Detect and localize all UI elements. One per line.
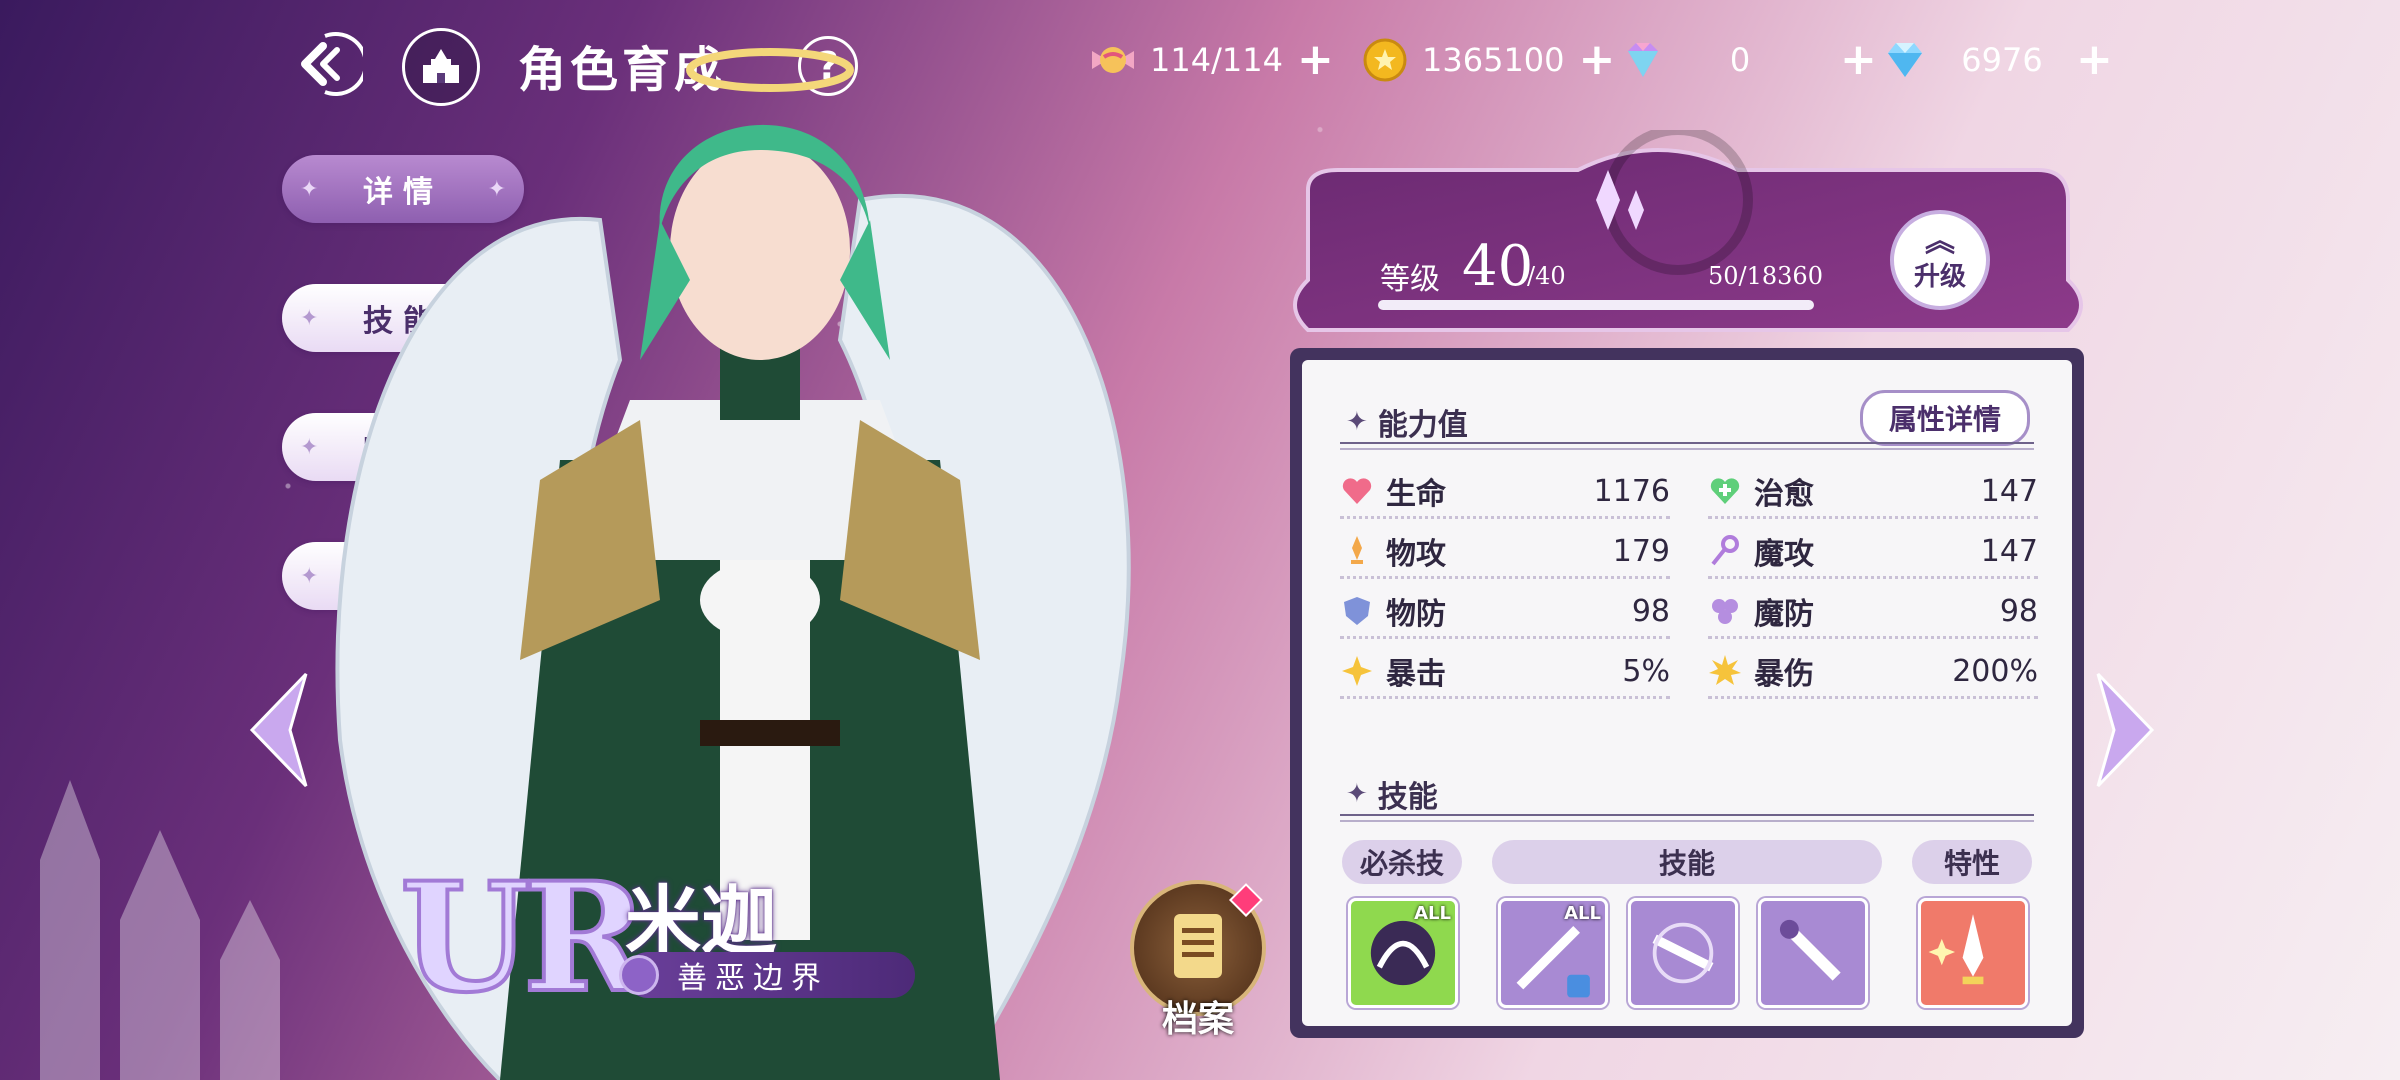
trait-icon[interactable] — [1918, 898, 2028, 1008]
skills-title-text: 技能 — [1377, 780, 1438, 815]
gold-value: 1365100 — [1422, 41, 1565, 79]
archive-button[interactable]: 档案 — [1130, 880, 1270, 1040]
stat-value: 200% — [1952, 653, 2038, 689]
stat-crit-damage: 暴伤 200% — [1708, 646, 2038, 699]
trait-tab: 特性 — [1912, 840, 2032, 884]
rainbow-gem-icon — [1628, 43, 1658, 77]
divider — [1340, 442, 2034, 450]
stat-value: 147 — [1980, 473, 2038, 509]
archive-label: 档案 — [1162, 999, 1235, 1040]
stats-title-text: 能力值 — [1377, 408, 1468, 443]
upgrade-button[interactable]: ︽ 升级 — [1890, 210, 1990, 310]
heal-cross-icon — [1710, 478, 1740, 504]
crit-burst-icon — [1709, 655, 1741, 685]
currency-gold: 1365100 + — [1362, 34, 1615, 86]
stat-name: 治愈 — [1754, 477, 1814, 512]
stat-name: 物防 — [1386, 597, 1446, 632]
stat-magic-attack: 魔攻 147 — [1708, 526, 2038, 579]
shield-icon — [1344, 597, 1370, 625]
level-label: 等级 — [1380, 262, 1440, 297]
add-rainbow-gem-button[interactable]: + — [1840, 38, 1877, 82]
crit-star-icon — [1342, 656, 1372, 686]
four-point-star-icon: ✦ — [1346, 779, 1368, 809]
stat-name: 暴击 — [1386, 657, 1446, 692]
divider — [1340, 814, 2034, 822]
magic-defense-icon — [1712, 599, 1738, 624]
heart-icon — [1342, 478, 1372, 504]
diamond-icon — [1888, 43, 1922, 77]
add-candy-button[interactable]: + — [1297, 38, 1334, 82]
level-value: 40 — [1462, 234, 1534, 299]
stats-section-title: ✦ 能力值 — [1346, 400, 1468, 444]
ultimate-skill-tab: 必杀技 — [1342, 840, 1462, 884]
stat-hp: 生命 1176 — [1340, 466, 1670, 519]
stat-name: 魔防 — [1754, 597, 1814, 632]
stat-value: 98 — [1999, 593, 2038, 629]
all-tag: ALL — [1414, 903, 1451, 924]
skill-1-icon[interactable]: ALL — [1498, 898, 1608, 1008]
character-title: 善恶边界 — [677, 961, 829, 996]
stat-magic-defense: 魔防 98 — [1708, 586, 2038, 639]
ultimate-skill-icon[interactable]: ALL — [1348, 898, 1458, 1008]
exp-bar-fill — [1378, 300, 1814, 310]
currency-diamond: 6976 + — [1882, 34, 2113, 86]
add-diamond-button[interactable]: + — [2076, 38, 2113, 82]
diamond-value: 6976 — [1961, 41, 2043, 79]
sword-attack-icon — [1351, 536, 1363, 564]
rainbow-gem-value: 0 — [1729, 41, 1751, 79]
candy-value: 114/114 — [1150, 41, 1283, 79]
skill-2-icon[interactable] — [1628, 898, 1738, 1008]
skills-section-title: ✦ 技能 — [1346, 772, 1438, 816]
stat-name: 物攻 — [1386, 537, 1446, 572]
skill-tab: 技能 — [1492, 840, 1882, 884]
level-max: /40 — [1527, 262, 1566, 290]
attribute-details-button[interactable]: 属性详情 — [1859, 390, 2030, 446]
stat-physical-defense: 物防 98 — [1340, 586, 1670, 639]
all-tag: ALL — [1564, 903, 1601, 924]
stat-value: 179 — [1612, 533, 1670, 569]
double-chevron-up-icon: ︽ — [1925, 223, 1955, 259]
exp-text: 50/18360 — [1708, 262, 1823, 290]
currency-rainbow-gem: 0 + — [1620, 34, 1877, 86]
rarity-badge: UR — [398, 848, 649, 1028]
stat-heal: 治愈 147 — [1708, 466, 2038, 519]
rose-emblem-icon — [619, 955, 659, 995]
stat-name: 魔攻 — [1754, 537, 1814, 572]
add-gold-button[interactable]: + — [1579, 38, 1616, 82]
stats-panel: ✦ 能力值 属性详情 生命 1176 物攻 179 物防 98 暴击 5% 治愈… — [1290, 348, 2084, 1038]
stat-name: 暴伤 — [1754, 657, 1814, 692]
stat-crit: 暴击 5% — [1340, 646, 1670, 699]
exp-bar — [1378, 300, 1814, 310]
stat-name: 生命 — [1386, 477, 1446, 512]
upgrade-label: 升级 — [1913, 261, 1966, 292]
stat-value: 5% — [1622, 653, 1670, 689]
stat-value: 147 — [1980, 533, 2038, 569]
magic-wand-icon — [1711, 535, 1739, 566]
stat-physical-attack: 物攻 179 — [1340, 526, 1670, 579]
gold-coin-icon — [1363, 38, 1407, 82]
skill-3-icon[interactable] — [1758, 898, 1868, 1008]
stat-value: 98 — [1631, 593, 1670, 629]
next-character-arrow[interactable] — [2090, 670, 2160, 790]
character-title-plate: 善恶边界 — [619, 952, 915, 998]
four-point-star-icon: ✦ — [1346, 407, 1368, 437]
stat-value: 1176 — [1593, 473, 1670, 509]
